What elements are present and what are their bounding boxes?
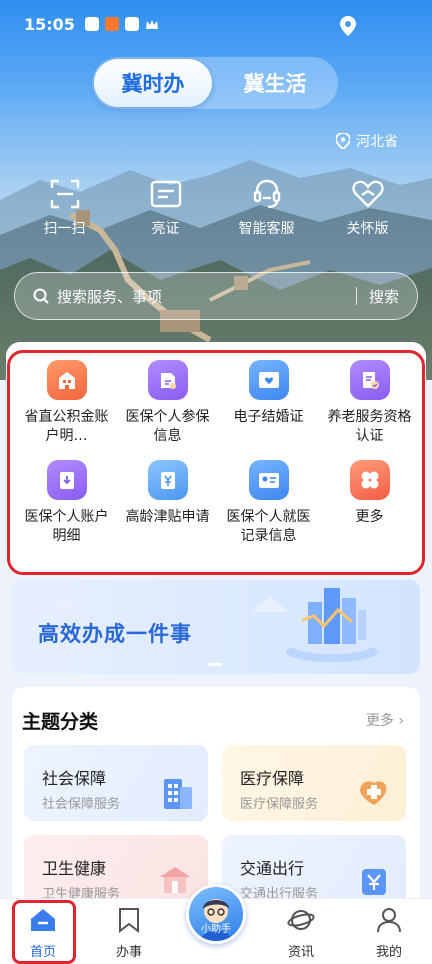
service-elderly-cert[interactable]: 养老服务资格认证 xyxy=(319,360,420,446)
tab-home[interactable]: 首页 xyxy=(8,907,78,960)
category-transport-name: 交通出行 xyxy=(240,859,305,878)
more-grid-icon xyxy=(349,460,390,500)
home-icon xyxy=(31,909,55,931)
tab-news[interactable]: 资讯 xyxy=(266,907,336,960)
service-marriage-cert[interactable]: 电子结婚证 xyxy=(218,360,319,446)
categories-title: 主题分类 xyxy=(22,711,99,733)
service-more-label: 更多 xyxy=(355,509,384,525)
quick-scan-label: 扫一扫 xyxy=(43,221,86,237)
app-icon xyxy=(104,17,119,31)
category-social-security[interactable]: 社会保障 社会保障服务 xyxy=(24,745,208,821)
search-icon xyxy=(33,288,49,304)
status-time: 15:05 xyxy=(24,14,75,34)
region-selector[interactable]: 河北省 xyxy=(336,131,398,151)
search-input[interactable]: 搜索服务、事项 xyxy=(57,286,356,307)
tab-mine-label: 我的 xyxy=(375,945,402,960)
medical-icon xyxy=(360,781,387,805)
allowance-icon xyxy=(147,460,188,500)
service-elderly-allowance[interactable]: 高龄津贴申请 xyxy=(117,460,218,546)
category-medical-sub: 医疗保障服务 xyxy=(240,797,319,812)
tab-home-label: 首页 xyxy=(29,945,56,960)
service-insurance-info[interactable]: 医保个人参保信息 xyxy=(117,360,218,446)
quick-customer-service[interactable]: 智能客服 xyxy=(221,176,313,238)
service-medical-record[interactable]: 医保个人就医记录信息 xyxy=(218,460,319,546)
quick-customer-service-label: 智能客服 xyxy=(238,221,295,237)
quick-actions: 扫一扫 亮证 智能客服 关怀版 xyxy=(14,176,418,238)
quick-show-id-label: 亮证 xyxy=(151,221,180,237)
category-medical[interactable]: 医疗保障 医疗保障服务 xyxy=(222,745,406,821)
location-pin-icon xyxy=(336,133,350,149)
customer-service-icon xyxy=(251,176,283,212)
bookmark-icon xyxy=(119,908,139,933)
certification-icon xyxy=(349,360,390,400)
promo-banner[interactable]: 高效办成一件事 xyxy=(12,580,420,674)
user-icon xyxy=(377,908,401,933)
search-divider xyxy=(355,287,357,305)
category-social-security-sub: 社会保障服务 xyxy=(42,797,121,812)
banner-pagination xyxy=(208,663,222,666)
tab-jishenghuo-label: 冀生活 xyxy=(243,72,307,96)
category-health-name: 卫生健康 xyxy=(42,859,107,878)
service-insurance-info-label: 医保个人参保信息 xyxy=(125,409,210,444)
category-medical-name: 医疗保障 xyxy=(240,769,305,788)
crown-icon xyxy=(145,17,159,31)
status-bar: 15:05 xyxy=(0,0,432,48)
service-elderly-allowance-label: 高龄津贴申请 xyxy=(125,509,210,525)
category-social-security-name: 社会保障 xyxy=(42,769,107,788)
banner-dot-active xyxy=(208,663,222,666)
tab-mine[interactable]: 我的 xyxy=(354,907,424,960)
quick-show-id[interactable]: 亮证 xyxy=(120,176,212,238)
location-status-icon xyxy=(340,16,356,40)
service-insurance-account[interactable]: 医保个人账户明细 xyxy=(16,460,117,546)
notification-icon xyxy=(84,17,99,31)
marriage-certificate-icon xyxy=(248,360,289,400)
medical-record-icon xyxy=(248,460,289,500)
service-housing-fund[interactable]: 省直公积金账户明… xyxy=(16,360,117,446)
quick-care-mode-label: 关怀版 xyxy=(346,221,389,237)
app-switcher: 冀时办 冀生活 xyxy=(92,57,338,109)
heart-icon xyxy=(351,176,384,212)
account-detail-icon xyxy=(46,460,87,500)
search-bar[interactable]: 搜索服务、事项 搜索 xyxy=(14,272,418,320)
categories-more-label: 更多 xyxy=(365,713,394,729)
scan-icon xyxy=(50,176,80,212)
service-housing-fund-label: 省直公积金账户明… xyxy=(24,409,109,444)
tab-services[interactable]: 办事 xyxy=(94,907,164,960)
quick-care-mode[interactable]: 关怀版 xyxy=(322,176,414,238)
tab-jishiban[interactable]: 冀时办 xyxy=(94,59,212,107)
categories-more-link[interactable]: 更多 › xyxy=(366,710,404,730)
social-security-icon xyxy=(164,779,192,809)
tab-news-label: 资讯 xyxy=(287,945,314,960)
service-marriage-cert-label: 电子结婚证 xyxy=(233,409,304,425)
service-medical-record-label: 医保个人就医记录信息 xyxy=(226,509,311,544)
search-button[interactable]: 搜索 xyxy=(369,286,399,307)
service-elderly-cert-label: 养老服务资格认证 xyxy=(327,409,412,444)
tab-jishiban-label: 冀时办 xyxy=(121,72,185,96)
hero-header: 15:05 冀时办 冀生活 河北省 扫一扫 亮证 智能客服 关怀版 搜索服务、事… xyxy=(0,0,432,380)
service-grid-card: 省直公积金账户明… 医保个人参保信息 电子结婚证 养老服务资格认证 医保个人账户… xyxy=(6,342,426,574)
tab-jishenghuo[interactable]: 冀生活 xyxy=(212,68,338,98)
region-label: 河北省 xyxy=(356,134,398,150)
service-more[interactable]: 更多 xyxy=(319,460,420,546)
assistant-button[interactable]: 小助手 xyxy=(186,884,246,944)
service-insurance-account-label: 医保个人账户明细 xyxy=(24,509,109,544)
tab-services-label: 办事 xyxy=(115,945,142,960)
banner-title: 高效办成一件事 xyxy=(38,622,192,646)
message-icon xyxy=(124,17,139,31)
id-card-icon xyxy=(150,176,182,212)
quick-scan[interactable]: 扫一扫 xyxy=(19,176,111,238)
assistant-label: 小助手 xyxy=(201,924,231,935)
building-icon xyxy=(46,360,87,400)
transport-icon xyxy=(362,869,386,895)
service-grid: 省直公积金账户明… 医保个人参保信息 电子结婚证 养老服务资格认证 医保个人账户… xyxy=(16,360,420,546)
chevron-right-icon: › xyxy=(398,713,404,729)
insurance-doc-icon xyxy=(147,360,188,400)
planet-icon xyxy=(287,910,315,930)
